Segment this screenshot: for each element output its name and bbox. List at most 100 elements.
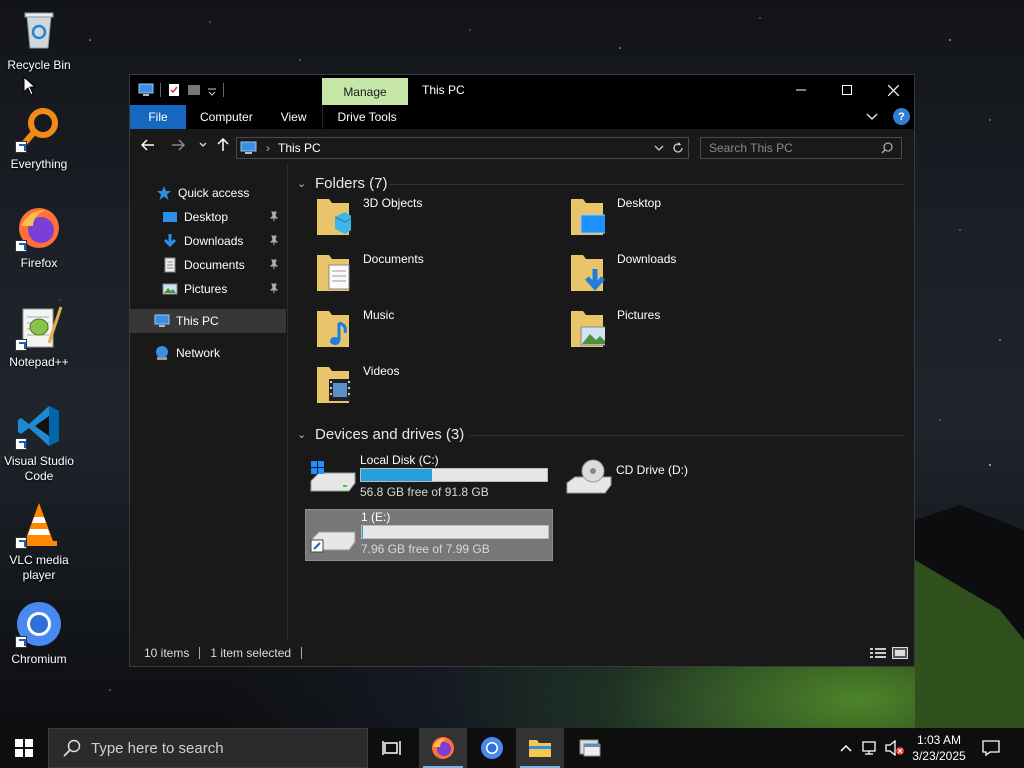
title-bar[interactable]: Manage This PC <box>130 75 914 105</box>
sidebar-item-quick-access[interactable]: Quick access <box>130 181 286 205</box>
content-pane: ⌄ Folders (7) 3D Objects Desktop Documen… <box>289 163 914 640</box>
notepadpp-icon <box>15 303 63 351</box>
folder-downloads[interactable]: Downloads <box>569 247 809 303</box>
desktop-icon-label: Recycle Bin <box>7 58 71 72</box>
search-placeholder: Search This PC <box>709 141 793 155</box>
desktop-icon-everything[interactable]: Everything <box>0 105 78 172</box>
folder-pictures[interactable]: Pictures <box>569 303 809 359</box>
sidebar-item-downloads[interactable]: Downloads <box>130 229 286 253</box>
sidebar-item-label: This PC <box>176 314 219 328</box>
details-view-icon[interactable] <box>870 647 886 659</box>
taskbar-clock[interactable]: 1:03 AM 3/23/2025 <box>908 732 970 764</box>
task-view-icon <box>382 741 401 755</box>
desktop-icon-firefox[interactable]: Firefox <box>0 204 78 271</box>
properties-icon[interactable] <box>167 83 181 97</box>
taskbar: Type here to search 1:03 AM 3/23/2025 <box>0 728 1024 768</box>
folder-label: 3D Objects <box>363 196 423 210</box>
new-folder-icon[interactable] <box>187 83 201 97</box>
up-button[interactable] <box>215 137 231 153</box>
folder-3d-objects[interactable]: 3D Objects <box>315 191 555 247</box>
large-icons-view-icon[interactable] <box>892 647 908 659</box>
address-bar[interactable]: › This PC <box>236 137 689 159</box>
recent-locations-button[interactable] <box>195 137 211 153</box>
tab-computer[interactable]: Computer <box>186 105 267 129</box>
sidebar-item-desktop[interactable]: Desktop <box>130 205 286 229</box>
folders-group-header[interactable]: ⌄ Folders (7) <box>297 175 388 192</box>
vlc-icon <box>15 501 63 549</box>
desktop-icon-label: VLC media player <box>9 553 69 582</box>
customize-toolbar-icon[interactable] <box>207 83 217 97</box>
desktop-icon-vscode[interactable]: Visual Studio Code <box>0 402 78 484</box>
notifications-icon[interactable] <box>982 740 1000 756</box>
removable-drive-icon <box>310 531 356 553</box>
desktop-icon-vlc[interactable]: VLC media player <box>0 501 78 583</box>
divider <box>160 83 161 97</box>
folder-documents[interactable]: Documents <box>315 247 555 303</box>
quick-access-toolbar <box>130 75 224 105</box>
minimize-button[interactable] <box>778 75 824 105</box>
firefox-icon <box>15 204 63 252</box>
desktop-icon-notepadpp[interactable]: Notepad++ <box>0 303 78 370</box>
show-hidden-icons-chevron-icon[interactable] <box>840 744 852 752</box>
desktop-icon-label: Visual Studio Code <box>4 454 74 483</box>
folder-label: Desktop <box>617 196 662 210</box>
drive-local-disk-c[interactable]: Local Disk (C:) 56.8 GB free of 91.8 GB <box>305 453 553 505</box>
taskbar-app-chromium[interactable] <box>468 728 516 768</box>
drive-usb-e[interactable]: 1 (E:) 7.96 GB free of 7.99 GB <box>305 509 553 561</box>
status-bar: 10 items 1 item selected <box>130 640 914 666</box>
task-view-button[interactable] <box>368 728 416 768</box>
system-window-icon <box>579 739 601 757</box>
folder-desktop[interactable]: Desktop <box>569 191 809 247</box>
folder-music[interactable]: Music <box>315 303 555 359</box>
chevron-down-icon: ⌄ <box>297 429 307 441</box>
sidebar-item-label: Desktop <box>184 210 229 224</box>
devices-group-header[interactable]: ⌄ Devices and drives (3) <box>297 426 464 443</box>
refresh-icon[interactable] <box>672 142 684 154</box>
shortcut-arrow-icon <box>15 141 27 153</box>
drive-name: Local Disk (C:) <box>360 453 439 467</box>
window-title: This PC <box>422 83 465 97</box>
sidebar-item-pictures[interactable]: Pictures <box>130 277 286 301</box>
tab-manage[interactable]: Manage <box>322 78 408 105</box>
pin-icon <box>270 235 278 245</box>
arrow-right-icon <box>172 139 185 151</box>
file-explorer-window[interactable]: Manage This PC File Computer View Drive … <box>129 74 915 667</box>
ribbon-tabs: File Computer View Drive Tools ? <box>130 105 914 129</box>
maximize-button[interactable] <box>824 75 870 105</box>
tab-view[interactable]: View <box>267 105 321 129</box>
network-status-icon[interactable] <box>862 740 880 756</box>
group-title: Devices and drives (3) <box>315 426 465 443</box>
taskbar-search-box[interactable]: Type here to search <box>48 728 368 768</box>
start-button[interactable] <box>0 728 48 768</box>
folder-label: Music <box>363 308 395 322</box>
back-button[interactable] <box>140 137 156 153</box>
tab-file[interactable]: File <box>130 105 186 129</box>
chevron-down-icon <box>199 142 207 147</box>
desktop-icon-recycle-bin[interactable]: Recycle Bin <box>0 6 78 73</box>
maximize-icon <box>842 85 852 95</box>
taskbar-app-file-explorer[interactable] <box>516 728 564 768</box>
drive-cd-d[interactable]: CD Drive (D:) <box>561 453 809 505</box>
sidebar-item-documents[interactable]: Documents <box>130 253 286 277</box>
star-icon <box>157 186 171 200</box>
tab-drive-tools[interactable]: Drive Tools <box>322 105 411 129</box>
desktop-icon-label: Firefox <box>20 256 58 270</box>
help-button[interactable]: ? <box>893 108 910 125</box>
drive-name: 1 (E:) <box>361 510 391 524</box>
close-button[interactable] <box>870 75 916 105</box>
expand-ribbon-button[interactable] <box>866 111 878 125</box>
forward-button[interactable] <box>170 137 186 153</box>
navigation-pane: Quick access Desktop Downloads Documents… <box>130 163 288 640</box>
this-pc-icon <box>240 141 257 154</box>
sidebar-item-network[interactable]: Network <box>130 341 286 365</box>
breadcrumb-this-pc[interactable]: This PC <box>278 141 321 155</box>
taskbar-app-control-panel[interactable] <box>566 728 614 768</box>
address-history-chevron-icon[interactable] <box>654 145 664 151</box>
volume-muted-icon[interactable] <box>885 740 905 756</box>
taskbar-app-firefox[interactable] <box>419 728 467 768</box>
search-box[interactable]: Search This PC <box>700 137 902 159</box>
breadcrumb-separator-icon: › <box>266 141 270 155</box>
folder-videos[interactable]: Videos <box>315 359 555 415</box>
desktop-icon-chromium[interactable]: Chromium <box>0 600 78 667</box>
sidebar-item-this-pc[interactable]: This PC <box>130 309 286 333</box>
